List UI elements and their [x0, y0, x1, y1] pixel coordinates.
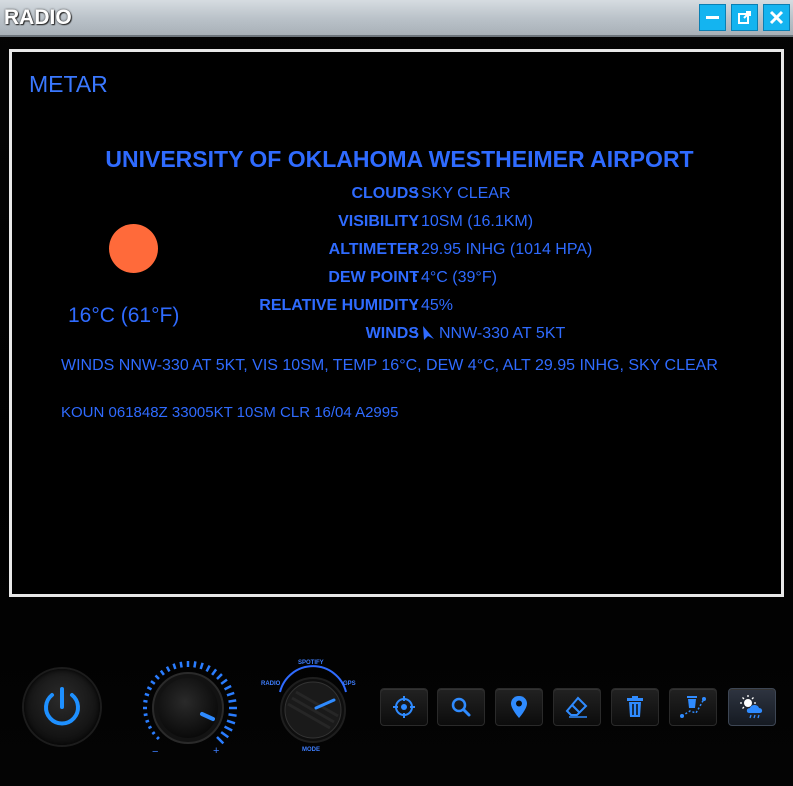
power-icon	[44, 687, 80, 726]
volume-tick	[151, 731, 156, 735]
map-pin-icon	[511, 696, 527, 718]
trash-icon	[627, 696, 643, 717]
row-key: ALTIMETER	[328, 241, 419, 258]
row-key: DEW POINT	[328, 269, 419, 286]
volume-scale	[143, 661, 237, 745]
volume-tick	[205, 665, 211, 673]
metar-summary: WINDS NNW-330 AT 5KT, VIS 10SM, TEMP 16°…	[61, 357, 718, 374]
weather-button[interactable]	[728, 688, 776, 726]
temperature: 16°C (61°F)	[68, 304, 180, 327]
volume-tick	[146, 686, 153, 691]
trash-route-icon	[680, 696, 706, 718]
row-value: 4°C (39°F)	[421, 269, 497, 286]
volume-tick	[145, 719, 150, 723]
volume-tick	[179, 661, 183, 668]
location-button[interactable]	[495, 688, 543, 726]
crosshair-icon	[393, 696, 415, 718]
title-bar[interactable]: RADIO	[0, 0, 793, 37]
mode-knob[interactable]: SPOTIFY RADIO GPS MODE	[258, 658, 368, 758]
volume-tick	[150, 680, 156, 685]
volume-knob[interactable]: − +	[136, 656, 240, 760]
popout-icon	[738, 11, 751, 24]
volume-tick	[226, 719, 236, 725]
row-value: SKY CLEAR	[421, 185, 511, 202]
search-icon	[451, 697, 471, 717]
minimize-icon	[706, 16, 719, 19]
volume-tick	[159, 669, 165, 676]
volume-tick	[143, 713, 148, 717]
volume-tick	[172, 663, 177, 670]
raw-metar: KOUN 061848Z 33005KT 10SM CLR 16/04 A299…	[61, 404, 399, 421]
radio-window: RADIO METAR UNIVERSITY OF OKLAHOMA WESTH…	[0, 0, 793, 786]
search-button[interactable]	[437, 688, 485, 726]
row-value: NNW-330 AT 5KT	[439, 325, 566, 342]
volume-tick	[143, 699, 148, 703]
volume-tick	[216, 736, 225, 745]
screen-label: METAR	[29, 71, 108, 97]
mode-label-spotify: SPOTIFY	[298, 660, 324, 666]
volume-tick	[228, 699, 237, 703]
volume-tick	[223, 684, 232, 691]
row-value: 10SM (16.1KM)	[421, 213, 534, 230]
volume-tick	[144, 692, 150, 697]
eraser-icon	[565, 696, 588, 718]
window-title: RADIO	[4, 6, 72, 29]
volume-tick	[147, 725, 153, 730]
clouds-row: CLOUDS : SKY CLEAR	[351, 185, 511, 202]
volume-tick	[193, 661, 197, 668]
close-button[interactable]	[763, 4, 790, 31]
row-key: WINDS	[365, 325, 419, 342]
volume-tick	[165, 666, 171, 673]
minimize-button[interactable]	[699, 4, 726, 31]
volume-tick	[199, 662, 204, 670]
delete-button[interactable]	[611, 688, 659, 726]
row-value: 29.95 INHG (1014 HPA)	[421, 241, 593, 258]
mode-label-radio: RADIO	[261, 681, 281, 687]
wind-direction-icon	[421, 325, 435, 344]
volume-tick	[228, 713, 237, 717]
popout-button[interactable]	[731, 4, 758, 31]
volume-tick	[156, 736, 160, 740]
volume-tick	[211, 668, 218, 676]
volume-minus-label: −	[152, 746, 159, 758]
row-key: VISIBILITY	[338, 213, 419, 230]
volume-plus-label: +	[213, 745, 220, 757]
row-key: RELATIVE HUMIDITY	[259, 297, 419, 314]
sun-icon	[109, 224, 158, 273]
volume-tick	[220, 731, 230, 739]
metar-display: METAR UNIVERSITY OF OKLAHOMA WESTHEIMER …	[9, 49, 784, 597]
mode-label-bottom: MODE	[302, 747, 320, 753]
mode-dial	[279, 665, 347, 743]
volume-tick	[226, 691, 235, 697]
weather-icon	[740, 695, 763, 719]
volume-tick	[220, 678, 228, 685]
row-value: 45%	[421, 297, 454, 314]
airport-name: UNIVERSITY OF OKLAHOMA WESTHEIMER AIRPOR…	[105, 146, 694, 172]
volume-tick	[154, 674, 160, 680]
close-icon	[769, 10, 784, 25]
winds-row: WINDS : NNW-330 AT 5KT	[365, 325, 566, 344]
row-key: CLOUDS	[351, 185, 419, 202]
power-button[interactable]	[24, 669, 100, 745]
volume-tick	[216, 673, 223, 680]
mode-label-gps: GPS	[343, 681, 356, 687]
volume-tick	[223, 725, 233, 732]
crosshair-button[interactable]	[380, 688, 428, 726]
eraser-button[interactable]	[553, 688, 601, 726]
delete-route-button[interactable]	[669, 688, 717, 726]
